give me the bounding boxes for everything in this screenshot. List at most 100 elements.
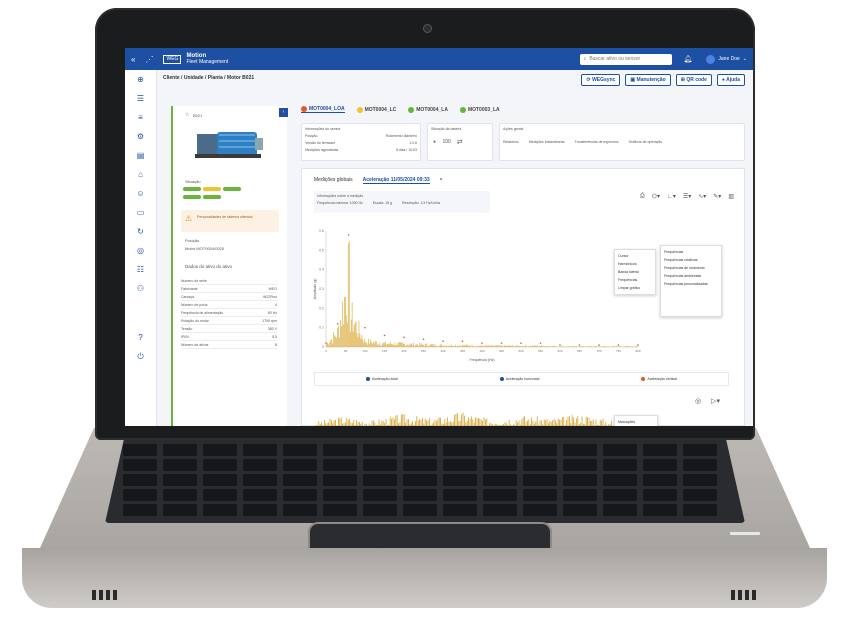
search-input[interactable]: ⌕ Buscar ativo ou sensor [579,53,672,65]
time-waveform-chart[interactable] [312,407,612,426]
spectrum-chart[interactable]: 0.6 0.5 0.4 0.3 0.2 0.1 00 50 100 150 200 250 300 350… [312,227,642,365]
export-icon[interactable]: ⎙ [640,193,645,200]
qrcode-button[interactable]: ⊞ QR code [675,74,712,86]
tag-icon[interactable]: ⌬▾ [652,193,660,200]
menu-item[interactable]: Frequências [618,276,652,284]
list-filter-icon[interactable]: ☰ [125,89,156,108]
prop-value: 60 Hz [267,311,277,315]
share-icon[interactable]: ⋰ [145,55,153,64]
star-icon[interactable]: ☆ [185,112,189,118]
sensor-key: Posição [305,134,318,138]
people-icon[interactable]: ☺ [125,184,156,203]
target-icon[interactable]: ◎ [695,397,701,405]
maintenance-button[interactable]: ▣ Manutenção [625,74,671,86]
freq-panel-item[interactable]: Frequências ambientais [664,272,718,280]
menu-item[interactable]: Banda lateral [618,268,652,276]
tab-asset[interactable]: MOT0004_LA [408,106,448,113]
y-tick-label: 0.6 [319,229,324,233]
keyboard-key [123,459,157,471]
x-tick-label: 100 [362,349,367,353]
data-point [520,342,522,344]
document-icon[interactable]: ▤ [125,146,156,165]
x-tick-label: 700 [596,349,601,353]
keyboard-key [523,444,557,456]
freq-panel-item[interactable]: Frequências personalizadas [664,280,718,288]
chart-icon[interactable]: ▥ [728,193,734,200]
general-action-button[interactable]: Relatórios [503,140,519,144]
status-chip [183,195,201,199]
keyboard-key [483,474,517,486]
tab-asset[interactable]: MOT0003_LA [459,106,500,113]
help-button[interactable]: ● Ajuda [716,74,745,86]
prop-key: Número de ativos [181,343,209,347]
tab-label: MOT0004_LC [364,106,397,113]
legend-item[interactable]: Aceleração axial [366,377,398,381]
report-icon[interactable]: ☷ [125,260,156,279]
legend-item[interactable]: Aceleração vertical [641,377,677,381]
wave-icon[interactable]: ∿▾ [698,193,706,200]
collapse-menu-icon[interactable]: « [131,55,135,64]
status-title: Situação [185,179,201,184]
data-point [578,344,581,346]
alert-box[interactable]: ⚠ Personalidades de sistema alterado [181,210,279,232]
layers-icon[interactable]: ☰▾ [683,193,691,200]
keyboard-key [443,474,477,486]
tab-asset[interactable]: MOT0004_LOA [301,106,345,113]
legend-item[interactable]: Aceleração horizontal [499,377,539,381]
bell-icon[interactable]: 🔔︎ [684,55,693,63]
close-icon[interactable]: × [440,177,443,184]
card-icon[interactable]: ▭ [125,203,156,222]
collapse-panel-button[interactable]: ‹ [279,108,288,117]
keyboard-key [523,459,557,471]
keyboard-key [283,474,317,486]
sensor-value: 1.0.6 [409,141,417,145]
factory-icon[interactable]: ⌂ [125,165,156,184]
gear-icon[interactable]: ⚙ [125,127,156,146]
menu-item[interactable]: Harmônicos [618,260,652,268]
tab-acceleration[interactable]: Aceleração 11/05/2024 09:33 [362,177,430,184]
x-tick-label: 200 [401,349,406,353]
target-icon[interactable]: ◎ [125,241,156,260]
menu-item[interactable]: Marcações [618,418,654,426]
general-action-button[interactable]: Gráficos de operação [629,140,662,144]
status-dot-icon [301,106,307,112]
prop-value: 5,5 [272,335,277,339]
keyboard-key [603,474,637,486]
sync-button[interactable]: ⟳ WEGsync [581,74,621,86]
tab-label: MOT0003_LA [467,106,500,113]
data-point [637,344,639,346]
menu-item[interactable]: Cursor [618,252,652,260]
pen-icon[interactable]: ✎▾ [713,193,721,200]
x-tick-label: 450 [499,349,504,353]
asset-tag: B021 [193,113,203,118]
team-icon[interactable]: ⚇ [125,279,156,298]
general-actions: Relatórios Medições instantâneas Transferê… [503,140,741,144]
prop-row: IP/IN 5,5 [181,334,277,341]
home-icon[interactable]: ⊕ [125,70,156,89]
tab-asset[interactable]: MOT0004_LC [356,106,397,113]
axis-icon[interactable]: ∟▾ [667,193,676,200]
cursor-icon[interactable]: ▷▾ [711,397,720,405]
freq-panel-item[interactable]: Frequências rotativas [664,256,718,264]
help-icon[interactable]: ? [125,328,156,347]
status-chip [203,187,221,191]
search-icon: ⌕ [583,56,587,62]
keyboard-key [323,459,357,471]
asset-tabs: MOT0004_LOA MOT0004_LC MOT0004_LA MOT0003_L… [301,106,500,113]
general-action-button[interactable]: Medições instantâneas [529,140,565,144]
frequencies-panel: Frequências Frequências rotativas Frequênc… [660,245,722,317]
logout-icon[interactable]: ⏻ [125,347,156,366]
refresh-icon[interactable]: ↻ [125,222,156,241]
data-point [325,342,327,344]
keyboard-key [643,489,677,501]
keyboard-key [563,504,597,516]
tab-overall[interactable]: Medições globais [314,177,353,184]
scale: Escala: 16 g [372,201,392,205]
general-action-button[interactable]: Transferências de espectros [575,140,619,144]
menu-item[interactable]: Limpar gráfico [618,284,652,292]
user-menu[interactable]: Jane Doe ⌄ [706,54,747,64]
list-icon[interactable]: ≡ [125,108,156,127]
speaker-grille-right [731,590,759,600]
refresh-icon[interactable]: ⇄ [457,138,463,146]
freq-panel-item[interactable]: Frequências de rolamento [664,264,718,272]
